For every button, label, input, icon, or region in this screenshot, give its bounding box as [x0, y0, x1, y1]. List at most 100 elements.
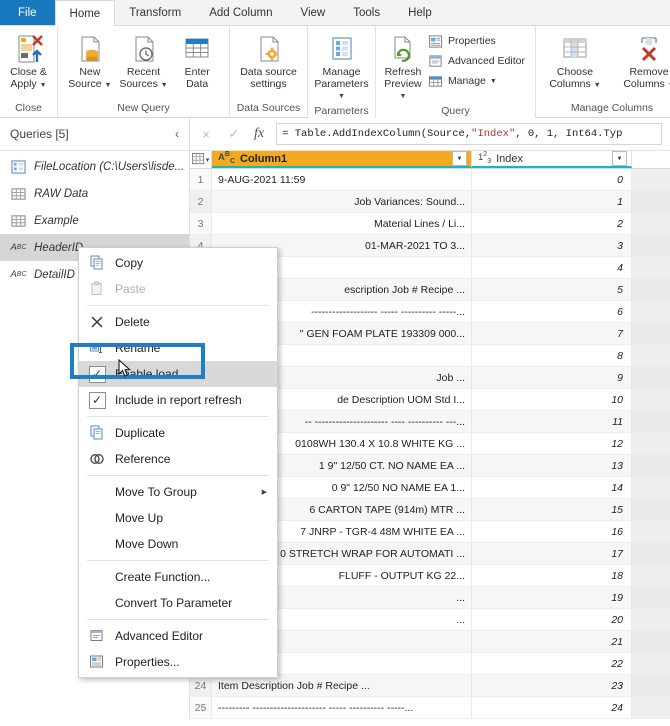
cell-index[interactable]: 7 — [472, 323, 632, 344]
cell-index[interactable]: 13 — [472, 455, 632, 476]
manage-icon — [428, 73, 444, 89]
cell-index[interactable]: 5 — [472, 279, 632, 300]
menu-item-properties[interactable]: Properties... — [79, 649, 277, 675]
cell-index[interactable]: 6 — [472, 301, 632, 322]
cell-index[interactable]: 10 — [472, 389, 632, 410]
menu-separator — [87, 619, 269, 620]
cell-empty-space — [632, 697, 670, 718]
query-item-filelocation[interactable]: FileLocation (C:\Users\lisde... — [0, 153, 189, 180]
menu-item-label: Include in report refresh — [115, 393, 242, 407]
query-item-label: Example — [34, 214, 79, 227]
menu-item-enable-load[interactable]: ✓ Enable load — [79, 361, 277, 387]
manage-parameters-button[interactable]: Manage Parameters ▼ — [313, 29, 369, 103]
cell-index[interactable]: 20 — [472, 609, 632, 630]
grid-select-all-button[interactable]: ▾ — [190, 151, 212, 168]
cell-index[interactable]: 8 — [472, 345, 632, 366]
close-and-apply-button[interactable]: Close & Apply ▼ — [6, 29, 51, 91]
cell-empty-space — [632, 631, 670, 652]
cell-index[interactable]: 0 — [472, 169, 632, 190]
cell-index[interactable]: 11 — [472, 411, 632, 432]
none — [87, 483, 107, 501]
advanced-editor-icon — [428, 53, 444, 69]
column-header-index[interactable]: 123 Index ▼ — [472, 151, 632, 168]
properties-button[interactable]: Properties — [426, 32, 529, 50]
menu-item-include-in-report-refresh[interactable]: ✓ Include in report refresh — [79, 387, 277, 413]
cell-index[interactable]: 1 — [472, 191, 632, 212]
refresh-preview-button[interactable]: Refresh Preview ▼ — [382, 29, 424, 103]
cell-index[interactable]: 24 — [472, 697, 632, 718]
query-context-menu[interactable]: Copy Paste Delete Rename ✓ Enable load ✓ Includ… — [78, 247, 278, 678]
menu-separator — [87, 416, 269, 417]
cell-column1[interactable]: --------- --------------------- ----- --… — [212, 697, 472, 718]
menu-item-copy[interactable]: Copy — [79, 250, 277, 276]
tab-file[interactable]: File — [0, 0, 55, 25]
cell-index[interactable]: 21 — [472, 631, 632, 652]
cell-column1[interactable]: Material Lines / Li... — [212, 213, 472, 234]
menu-item-create-function[interactable]: Create Function... — [79, 564, 277, 590]
cell-index[interactable]: 17 — [472, 543, 632, 564]
cell-index[interactable]: 16 — [472, 521, 632, 542]
table-row[interactable]: 25 --------- --------------------- ----- … — [190, 697, 670, 719]
tab-add-column[interactable]: Add Column — [195, 0, 286, 25]
remove-columns-icon — [632, 32, 666, 66]
table-row[interactable]: 1 9-AUG-2021 11:59 0 — [190, 169, 670, 191]
choose-columns-button[interactable]: Choose Columns ▼ — [542, 29, 608, 91]
cell-index[interactable]: 23 — [472, 675, 632, 696]
queries-title: Queries [5] — [10, 127, 69, 141]
fx-icon[interactable]: fx — [254, 126, 264, 142]
cell-column1[interactable]: Item Description Job # Recipe ... — [212, 675, 472, 696]
menu-item-move-down[interactable]: Move Down — [79, 531, 277, 557]
cell-index[interactable]: 15 — [472, 499, 632, 520]
cell-index[interactable]: 14 — [472, 477, 632, 498]
enter-data-button[interactable]: Enter Data — [171, 29, 223, 90]
cell-index[interactable]: 19 — [472, 587, 632, 608]
table-row[interactable]: 2 Job Variances: Sound... 1 — [190, 191, 670, 213]
chevron-down-icon: ▼ — [338, 93, 345, 100]
recent-sources-button[interactable]: Recent Sources ▼ — [118, 29, 170, 91]
advanced-editor-button[interactable]: Advanced Editor — [426, 52, 529, 70]
row-number: 1 — [190, 169, 212, 190]
table-row[interactable]: 24 Item Description Job # Recipe ... 23 — [190, 675, 670, 697]
tab-view[interactable]: View — [287, 0, 340, 25]
none — [87, 535, 107, 553]
column-filter-dropdown-button[interactable]: ▼ — [612, 151, 627, 166]
manage-button[interactable]: Manage ▼ — [426, 72, 529, 90]
cell-empty-space — [632, 411, 670, 432]
menu-item-move-to-group[interactable]: Move To Group ▶ — [79, 479, 277, 505]
menu-item-label: Enable load — [115, 367, 179, 381]
cell-empty-space — [632, 499, 670, 520]
menu-item-move-up[interactable]: Move Up — [79, 505, 277, 531]
cell-index[interactable]: 18 — [472, 565, 632, 586]
query-item-example[interactable]: Example — [0, 207, 189, 234]
cell-index[interactable]: 9 — [472, 367, 632, 388]
data-source-settings-button[interactable]: Data source settings — [236, 29, 301, 90]
formula-accept-button[interactable]: ✓ — [226, 126, 242, 142]
menu-item-duplicate[interactable]: Duplicate — [79, 420, 277, 446]
formula-cancel-button[interactable]: × — [198, 127, 214, 142]
remove-columns-button[interactable]: RemoveColumns ▼ — [616, 29, 670, 91]
query-item-raw-data[interactable]: RAW Data — [0, 180, 189, 207]
cell-index[interactable]: 3 — [472, 235, 632, 256]
manage-label: Manage — [447, 75, 486, 87]
menu-item-advanced-editor[interactable]: Advanced Editor — [79, 623, 277, 649]
menu-item-convert-to-parameter[interactable]: Convert To Parameter — [79, 590, 277, 616]
menu-item-rename[interactable]: Rename — [79, 335, 277, 361]
table-row[interactable]: 3 Material Lines / Li... 2 — [190, 213, 670, 235]
menu-item-reference[interactable]: Reference — [79, 446, 277, 472]
new-source-button[interactable]: New Source ▼ — [64, 29, 116, 91]
cell-index[interactable]: 22 — [472, 653, 632, 674]
tab-tools[interactable]: Tools — [339, 0, 394, 25]
tab-home[interactable]: Home — [54, 0, 116, 26]
collapse-panel-icon[interactable]: ‹ — [175, 127, 179, 141]
tab-help[interactable]: Help — [394, 0, 446, 25]
column-filter-dropdown-button[interactable]: ▼ — [452, 151, 467, 166]
cell-index[interactable]: 2 — [472, 213, 632, 234]
cell-index[interactable]: 12 — [472, 433, 632, 454]
tab-transform[interactable]: Transform — [115, 0, 195, 25]
cell-column1[interactable]: 9-AUG-2021 11:59 — [212, 169, 472, 190]
cell-column1[interactable]: Job Variances: Sound... — [212, 191, 472, 212]
column-header-column1[interactable]: ABC Column1 ▼ — [212, 151, 472, 168]
cell-index[interactable]: 4 — [472, 257, 632, 278]
formula-input[interactable]: = Table.AddIndexColumn(Source, "Index", … — [276, 123, 662, 145]
menu-item-delete[interactable]: Delete — [79, 309, 277, 335]
